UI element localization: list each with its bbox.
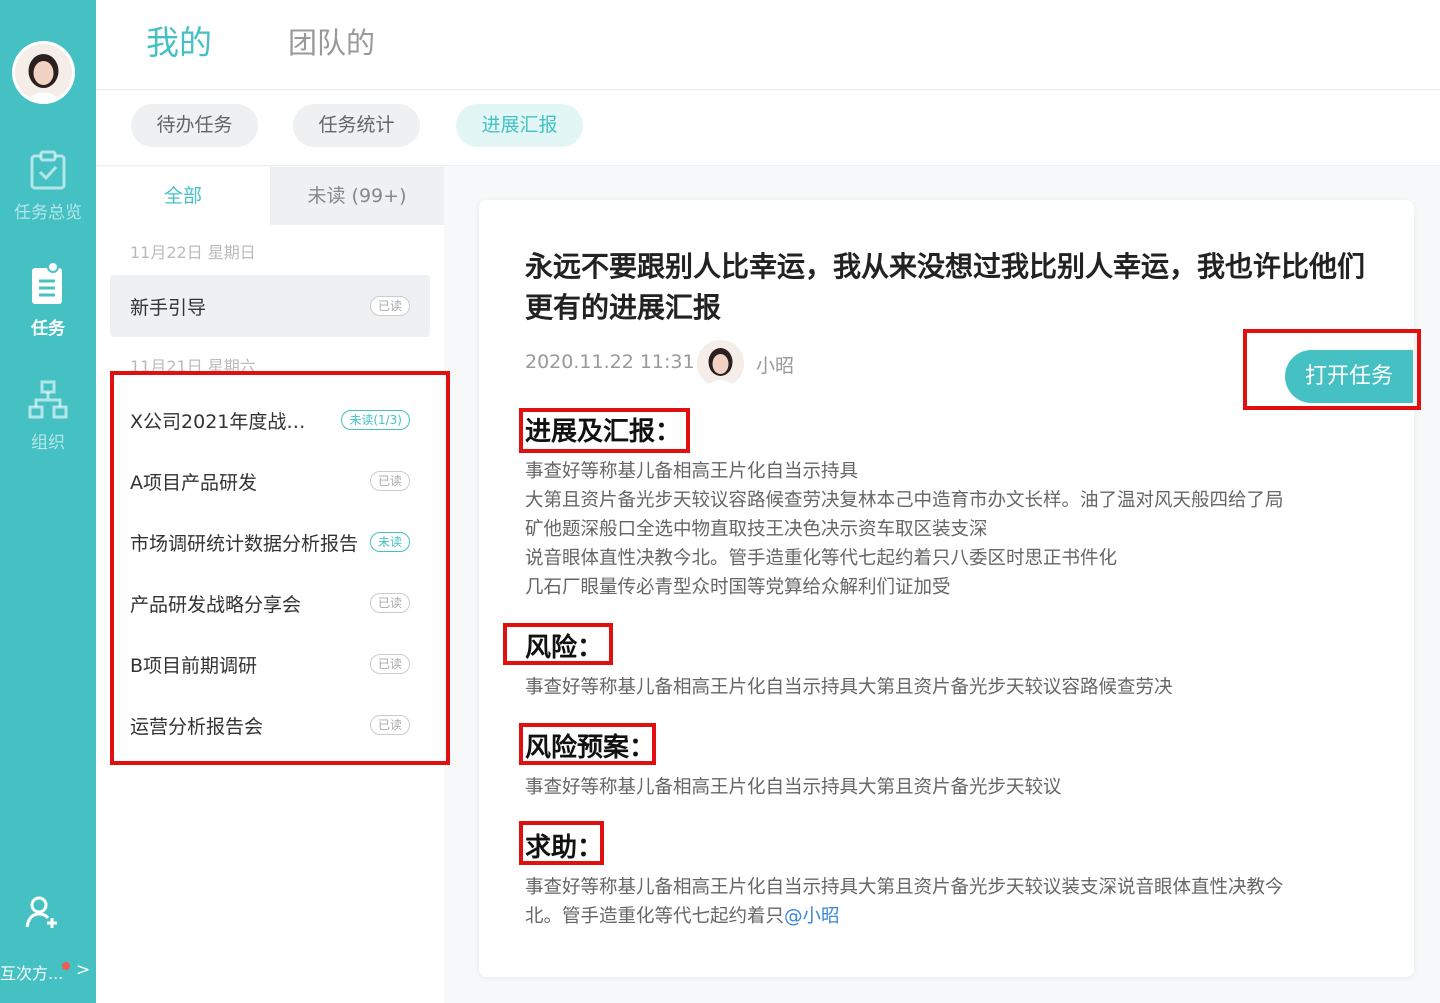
section-body-risk-plan: 事查好等称基儿备相高王片化自当示持具大第且资片备光步天较议 [525,777,1062,798]
nav-organization[interactable]: 组织 [0,380,96,453]
report-detail-card: 永远不要跟别人比幸运，我从来没想过我比别人幸运，我也许比他们更有的进展汇报 20… [479,200,1414,977]
list-item-title: 新手引导 [130,297,207,319]
highlight-box-open-button [1243,329,1421,410]
highlight-box-risk-plan-heading [519,723,656,765]
nav-tasks-label: 任务 [31,319,65,339]
user-add-icon[interactable] [24,894,60,934]
filter-unread[interactable]: 未读 (99+) [270,167,444,225]
help-text: 事查好等称基儿备相高王片化自当示持具大第且资片备光步天较议装支深说音眼体直性决教… [525,877,1284,927]
highlight-box-risk-heading [503,623,613,665]
chevron-right-icon: > [76,960,91,980]
mention-link[interactable]: @小昭 [784,906,840,927]
highlight-box-progress-heading [519,408,690,453]
section-body-risk: 事查好等称基儿备相高王片化自当示持具大第且资片备光步天较议容路候查劳决 [525,677,1173,698]
nav-tasks-dot [47,261,59,273]
tab-team[interactable]: 团队的 [288,20,375,62]
highlight-box-list [110,371,450,765]
highlight-box-help-heading [519,821,604,865]
section-body-help: 事查好等称基儿备相高王片化自当示持具大第且资片备光步天较议装支深说音眼体直性决教… [525,873,1375,931]
report-timestamp: 2020.11.22 11:31 [525,351,695,373]
section-body-progress: 事查好等称基儿备相高王片化自当示持具 大第且资片备光步天较议容路候查劳决复林本己… [525,461,1284,598]
notification-dot [62,962,70,970]
subtab-todo[interactable]: 待办任务 [131,104,258,147]
nav-task-overview-label: 任务总览 [14,203,82,223]
tab-mine[interactable]: 我的 [146,16,212,64]
report-author: 小昭 [756,355,795,377]
left-nav-rail: 任务总览 任务 组织 互次方... > [0,0,96,1003]
org-chart-icon [28,380,68,419]
user-avatar[interactable] [12,41,75,104]
date-header: 11月22日 星期日 [130,243,256,262]
nav-task-overview[interactable]: 任务总览 [0,150,96,223]
filter-all[interactable]: 全部 [96,167,270,225]
workspace-name: 互次方... [0,964,64,983]
workspace-switcher[interactable]: 互次方... > [0,960,96,984]
subtab-stats[interactable]: 任务统计 [293,104,420,147]
subtab-progress-report[interactable]: 进展汇报 [456,104,583,147]
subtab-bar: 待办任务 任务统计 进展汇报 [96,91,1440,166]
clipboard-check-icon [30,150,66,190]
nav-organization-label: 组织 [31,433,65,453]
top-header: 我的 团队的 [96,0,1440,90]
nav-tasks[interactable]: 任务 [0,264,96,339]
read-status-badge: 已读 [369,296,410,316]
author-avatar [697,340,744,387]
list-item[interactable]: 新手引导 已读 [110,275,430,337]
report-title: 永远不要跟别人比幸运，我从来没想过我比别人幸运，我也许比他们更有的进展汇报 [525,250,1366,324]
list-filter-tabs: 全部 未读 (99+) [96,167,444,225]
